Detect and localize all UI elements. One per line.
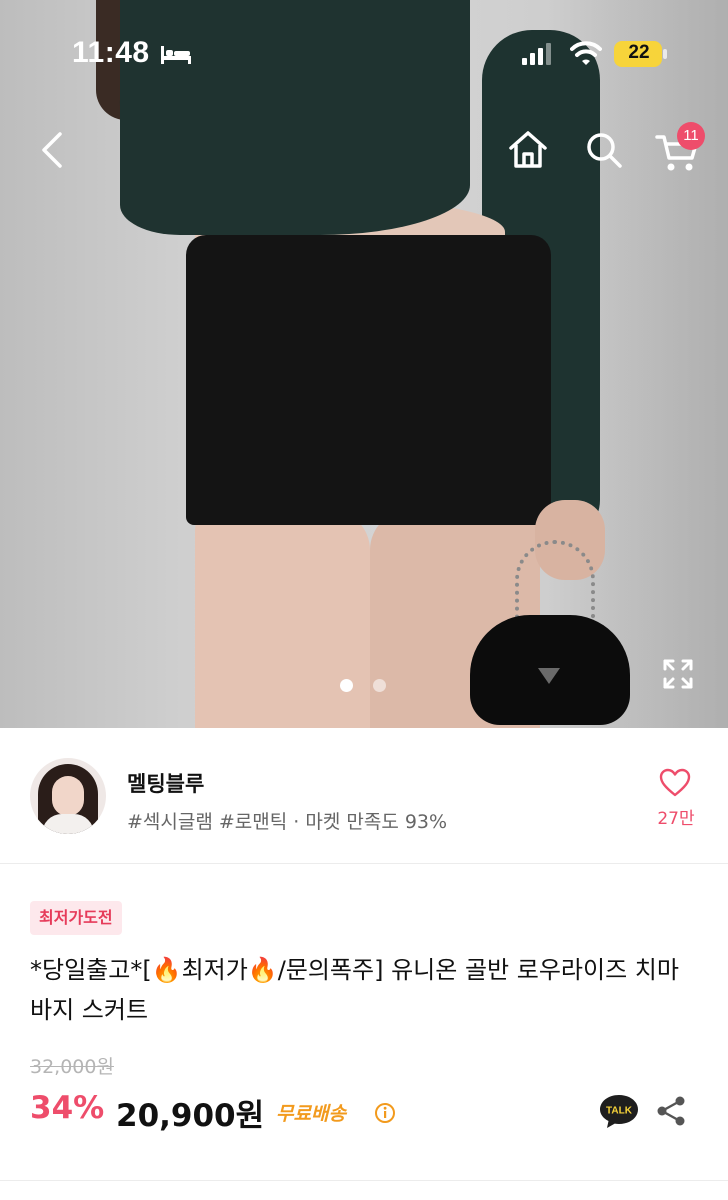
product-image[interactable] <box>0 0 728 728</box>
product-title: *당일출고*[🔥최저가🔥/문의폭주] 유니온 골반 로우라이즈 치마바지 스커트 <box>30 956 679 1024</box>
heart-icon[interactable] <box>659 768 691 798</box>
back-icon[interactable] <box>32 128 72 172</box>
share-icon[interactable] <box>654 1094 688 1128</box>
talk-icon[interactable]: TALK <box>598 1092 640 1130</box>
lowest-price-badge: 최저가도전 <box>30 901 122 935</box>
cart-count-badge: 11 <box>677 122 705 150</box>
talk-icon-label: TALK <box>606 1106 633 1117</box>
sale-price: 20,900원 <box>116 1098 265 1134</box>
shop-name[interactable]: 멜팅블루 <box>127 768 204 798</box>
status-time: 11:48 <box>72 36 150 69</box>
info-icon[interactable] <box>374 1102 396 1124</box>
free-shipping-label: 무료배송 <box>276 1103 346 1125</box>
carousel-dot[interactable] <box>373 679 386 692</box>
original-price: 32,000원 <box>30 1056 114 1078</box>
divider <box>0 1180 728 1181</box>
battery-level: 22 <box>628 42 650 63</box>
bed-icon <box>161 46 191 64</box>
shop-row[interactable]: 멜팅블루 #섹시글램 #로맨틱 · 마켓 만족도 93% 27만 <box>0 728 728 864</box>
shop-avatar[interactable] <box>30 758 106 834</box>
home-icon[interactable] <box>506 128 550 172</box>
carousel-dot-active[interactable] <box>340 679 353 692</box>
expand-icon[interactable] <box>662 658 694 690</box>
discount-rate: 34% <box>30 1090 105 1126</box>
search-icon[interactable] <box>582 128 626 172</box>
shop-tags: #섹시글램 #로맨틱 · 마켓 만족도 93% <box>127 811 448 833</box>
status-bar: 11:48 22 <box>0 0 728 100</box>
signal-icon <box>522 43 551 65</box>
like-count: 27만 <box>657 809 695 829</box>
wifi-icon <box>570 41 602 65</box>
carousel-indicator <box>340 679 400 693</box>
